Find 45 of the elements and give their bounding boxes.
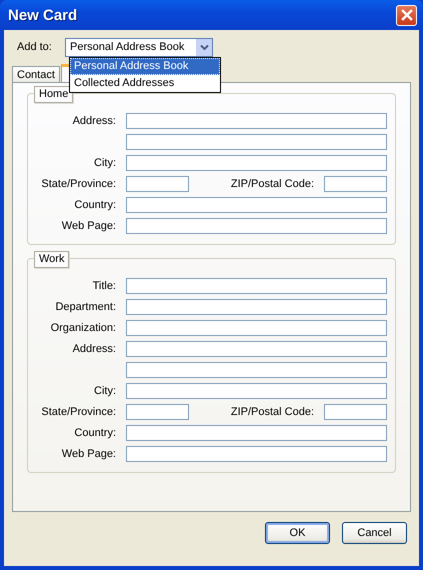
text-field[interactable]	[126, 218, 387, 234]
text-field[interactable]	[126, 404, 189, 420]
field-label: Address:	[72, 342, 117, 354]
group-title: Work	[34, 251, 70, 268]
dropdown-option[interactable]: Personal Address Book	[70, 58, 220, 75]
add-to-label: Add to:	[17, 41, 53, 53]
text-field[interactable]	[126, 298, 387, 314]
field-label: Department:	[54, 300, 117, 312]
field-label: City:	[93, 384, 117, 396]
text-field[interactable]	[126, 112, 387, 128]
field-label: Web Page:	[60, 220, 117, 232]
dropdown-button[interactable]	[195, 38, 212, 56]
chevron-down-icon	[200, 44, 208, 50]
field-label: State/Province:	[40, 178, 117, 190]
dialog-button[interactable]: Cancel	[342, 522, 407, 544]
text-field[interactable]	[324, 404, 387, 420]
close-button[interactable]	[396, 4, 417, 26]
text-field[interactable]	[126, 382, 387, 398]
text-field[interactable]	[126, 320, 387, 336]
field-label: State/Province:	[40, 406, 117, 418]
tab[interactable]: Contact	[12, 66, 60, 82]
field-label: Country:	[73, 426, 117, 438]
window-title: New Card	[8, 6, 78, 24]
field-label: Organization:	[50, 322, 117, 334]
field-label: Web Page:	[60, 448, 117, 460]
close-icon	[400, 9, 412, 21]
text-field[interactable]	[126, 134, 387, 150]
field-label: City:	[93, 156, 117, 168]
group-title: Home	[34, 86, 74, 103]
address-book-dropdown[interactable]: Personal Address Book	[65, 38, 213, 56]
field-label: ZIP/Postal Code:	[230, 178, 315, 190]
dialog-button[interactable]: OK	[265, 522, 330, 544]
text-field[interactable]	[126, 446, 387, 462]
text-field[interactable]	[126, 424, 387, 440]
text-field[interactable]	[126, 278, 387, 294]
field-label: Country:	[73, 198, 117, 210]
text-field[interactable]	[324, 176, 387, 192]
field-label: Title:	[92, 280, 117, 292]
field-label: ZIP/Postal Code:	[230, 406, 315, 418]
text-field[interactable]	[126, 196, 387, 212]
text-field[interactable]	[126, 176, 189, 192]
text-field[interactable]	[126, 362, 387, 378]
text-field[interactable]	[126, 154, 387, 170]
field-label: Address:	[72, 114, 117, 126]
text-field[interactable]	[126, 340, 387, 356]
